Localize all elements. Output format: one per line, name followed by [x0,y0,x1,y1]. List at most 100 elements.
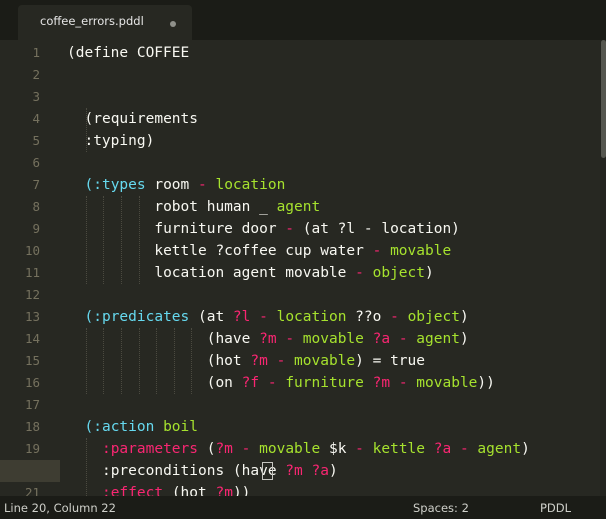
current-line-highlight [0,460,60,482]
code-line[interactable]: :effect (hot ?m)) [84,482,251,496]
code-line[interactable]: robot human _ agent [84,196,321,218]
line-number: 8 [32,199,40,214]
line-number: 15 [24,353,40,368]
code-line[interactable]: kettle ?coffee cup water - movable [84,240,452,262]
code-token: - [355,441,373,457]
code-token: furniture [285,375,373,391]
vertical-scrollbar[interactable] [600,40,606,496]
code-token: kettle [372,441,434,457]
code-token: boil [163,419,198,435]
code-line[interactable]: (requirements [85,108,199,130]
code-token: kettle ?coffee cup water [84,243,373,259]
file-tab[interactable]: coffee_errors.pddl [18,5,192,40]
file-tab-label: coffee_errors.pddl [40,14,144,28]
code-token: ?m ?a [285,463,329,479]
code-line[interactable]: :preconditions (have ?m ?a) [85,460,338,482]
code-token: location [215,177,286,193]
line-number: 18 [24,419,40,434]
line-number: 6 [32,155,40,170]
code-line[interactable]: (on ?f - furniture ?m - movable)) [85,372,495,394]
line-number: 2 [32,67,40,82]
code-line[interactable]: location agent movable - object) [85,262,434,284]
code-token: movable [302,331,373,347]
code-token: object [407,309,460,325]
code-token: ?f [241,375,268,391]
code-token: )) [477,375,495,391]
code-token: - [241,441,260,457]
matching-bracket-highlight [262,462,273,480]
code-token: movable [416,375,478,391]
line-number: 19 [24,441,40,456]
code-token: ) [459,331,469,347]
code-token: (:action [84,419,164,435]
code-line[interactable]: (:predicates (at ?l - location ??o - obj… [85,306,469,328]
code-token: :parameters [84,441,207,457]
line-number: 16 [24,375,40,390]
code-token: (have [232,463,286,479]
code-token: room [154,177,198,193]
code-token: - [398,331,417,347]
code-token: object [372,265,425,281]
code-token: (define [67,45,137,61]
code-token: ) = true [355,353,425,369]
code-token: movable [259,441,329,457]
code-token: ) [424,265,434,281]
code-token: (requirements [84,111,199,127]
code-line[interactable]: (:action boil [85,416,199,438]
line-number: 12 [24,287,40,302]
code-token: agent [276,199,321,215]
code-token: (have [84,331,260,347]
code-token: - [372,243,391,259]
code-token: (:types [84,177,155,193]
code-token: ) [328,463,338,479]
code-token: - [355,265,373,281]
line-number: 13 [24,309,40,324]
code-token: furniture door [84,221,286,237]
code-token: :typing) [67,133,155,149]
code-token: (on [84,375,242,391]
scrollbar-thumb[interactable] [601,40,606,158]
code-token: COFFEE [136,45,190,61]
code-line[interactable]: furniture door - (at ?l - location) [85,218,460,240]
code-token: )) [232,485,251,496]
code-token: movable [294,353,356,369]
code-line[interactable]: :typing) [67,130,154,152]
code-line[interactable]: :parameters (?m - movable $k - kettle ?a… [85,438,530,460]
code-token: - [198,177,216,193]
line-number: 17 [24,397,40,412]
code-token: robot human _ [84,199,277,215]
code-token: ?m [259,331,286,347]
code-token: agent [416,331,460,347]
code-token: $k [328,441,356,457]
code-token: ?l [232,309,260,325]
code-line[interactable]: (have ?m - movable ?a - agent) [85,328,469,350]
line-number: 9 [32,221,40,236]
status-bar: Line 20, Column 22 Spaces: 2 PDDL [0,496,606,519]
code-token: - [267,375,286,391]
line-number: 14 [24,331,40,346]
code-token: - [398,375,417,391]
code-token: (at ?l - location) [302,221,460,237]
code-token: - [285,221,303,237]
code-token: ?m [215,485,233,496]
code-line[interactable]: (define COFFEE [67,42,189,64]
code-token: ) [459,309,469,325]
unsaved-dot-icon[interactable] [170,21,176,27]
syntax-mode[interactable]: PDDL [540,501,571,515]
code-token: ??o [355,309,391,325]
code-token: - [390,309,408,325]
code-token: movable [390,243,452,259]
line-number: 10 [24,243,40,258]
code-token: ?a [372,331,399,347]
code-token: ?m [215,441,242,457]
code-line[interactable]: (hot ?m - movable) = true [85,350,425,372]
code-token: ) [521,441,530,457]
cursor-position[interactable]: Line 20, Column 22 [4,501,116,515]
code-token: (at [198,309,233,325]
line-number: 1 [32,45,40,60]
code-line[interactable]: (:types room - location [85,174,286,196]
code-token: :effect [84,485,172,496]
code-editor[interactable]: 123456789101112131415161718192021 (defin… [0,40,600,496]
code-token: ?a [433,441,460,457]
indentation-setting[interactable]: Spaces: 2 [413,501,469,515]
